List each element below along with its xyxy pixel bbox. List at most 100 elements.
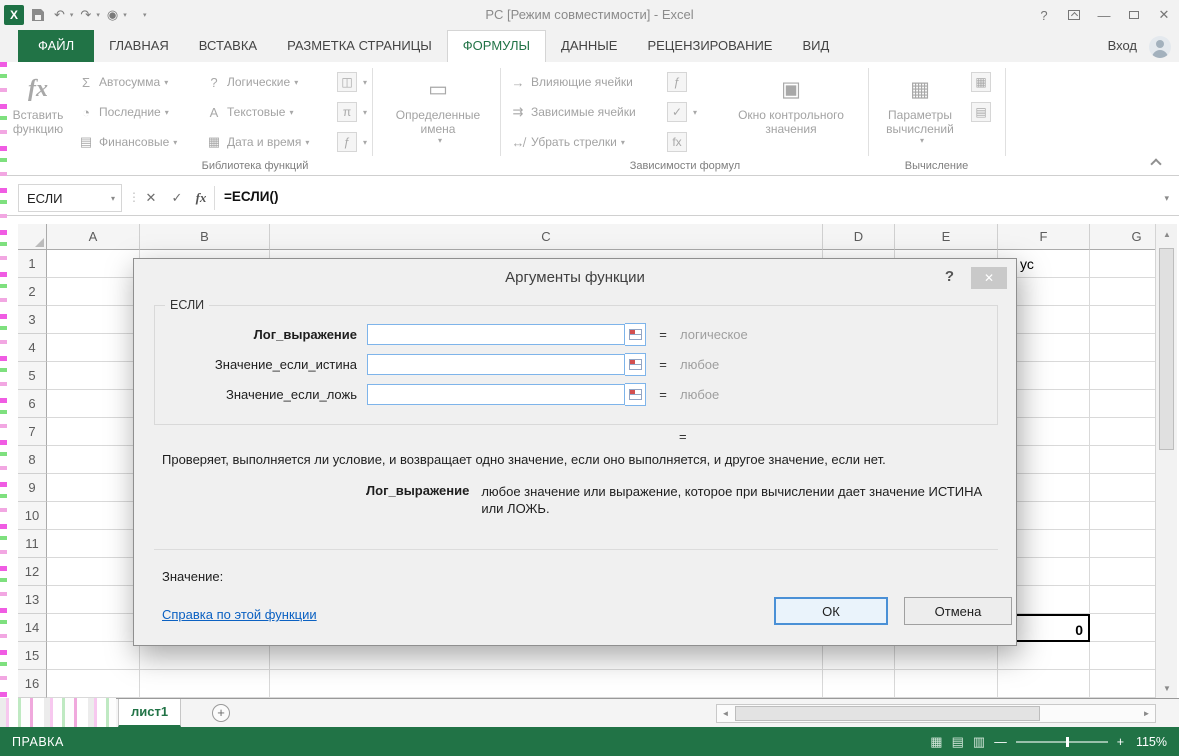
show-formulas-button[interactable]: ƒ [664, 70, 700, 94]
close-button[interactable]: ✕ [1149, 0, 1179, 30]
remove-arrows-button[interactable]: ↮Убрать стрелки▾ [506, 130, 639, 154]
column-header-B[interactable]: B [140, 224, 270, 250]
cell-B16[interactable] [140, 670, 270, 698]
row-header-11[interactable]: 11 [18, 530, 47, 558]
row-header-6[interactable]: 6 [18, 390, 47, 418]
cell-G2[interactable] [1090, 278, 1155, 306]
zoom-slider[interactable] [1016, 741, 1108, 743]
cell-G1[interactable] [1090, 250, 1155, 278]
scroll-up-arrow[interactable]: ▲ [1156, 224, 1178, 244]
restore-button[interactable] [1119, 0, 1149, 30]
cell-A4[interactable] [47, 334, 140, 362]
cell-D16[interactable] [823, 670, 895, 698]
cell-E15[interactable] [895, 642, 998, 670]
date-time-button[interactable]: ▦Дата и время▾ [202, 130, 312, 154]
cell-G14[interactable] [1090, 614, 1155, 642]
cell-G4[interactable] [1090, 334, 1155, 362]
collapse-dialog-button-1[interactable] [625, 353, 646, 376]
page-break-view-icon[interactable]: ▥ [973, 734, 985, 750]
cell-A9[interactable] [47, 474, 140, 502]
cell-G7[interactable] [1090, 418, 1155, 446]
scroll-right-arrow[interactable]: ► [1138, 705, 1155, 722]
new-sheet-button[interactable]: + [212, 704, 230, 722]
cell-F16[interactable] [998, 670, 1090, 698]
row-header-8[interactable]: 8 [18, 446, 47, 474]
ribbon-tab-review[interactable]: РЕЦЕНЗИРОВАНИЕ [632, 30, 787, 62]
defined-names-button[interactable]: ▭ Определенные имена ▾ [378, 66, 498, 156]
logical-button[interactable]: ?Логические▾ [202, 70, 312, 94]
function-help-link[interactable]: Справка по этой функции [162, 607, 317, 622]
name-box-input[interactable] [19, 190, 89, 207]
trace-precedents-button[interactable]: →Влияющие ячейки [506, 70, 639, 94]
select-all-corner[interactable] [18, 224, 47, 250]
cell-A7[interactable] [47, 418, 140, 446]
cell-G6[interactable] [1090, 390, 1155, 418]
argument-input-1[interactable] [367, 354, 625, 375]
expand-formula-bar-button[interactable]: ▾ [1164, 193, 1169, 204]
cell-G5[interactable] [1090, 362, 1155, 390]
watch-window-button[interactable]: ▣ Окно контрольного значения [716, 66, 866, 156]
ribbon-tab-home[interactable]: ГЛАВНАЯ [94, 30, 184, 62]
math-trig-button[interactable]: π▾ [334, 100, 370, 124]
row-header-15[interactable]: 15 [18, 642, 47, 670]
financial-button[interactable]: ▤Финансовые▾ [74, 130, 180, 154]
error-checking-button[interactable]: ✓▾ [664, 100, 700, 124]
column-header-F[interactable]: F [998, 224, 1090, 250]
cell-G13[interactable] [1090, 586, 1155, 614]
column-header-C[interactable]: C [270, 224, 823, 250]
normal-view-icon[interactable]: ▦ [930, 734, 942, 750]
undo-button[interactable]: ↶▾ [52, 4, 75, 26]
calculation-options-button[interactable]: ▦ Параметры вычислений ▾ [872, 66, 968, 156]
collapse-ribbon-button[interactable] [1147, 155, 1165, 169]
cell-C15[interactable] [270, 642, 823, 670]
page-layout-view-icon[interactable]: ▤ [952, 734, 964, 750]
cell-A10[interactable] [47, 502, 140, 530]
ribbon-display-options-button[interactable] [1059, 0, 1089, 30]
cell-A2[interactable] [47, 278, 140, 306]
touch-mode-button[interactable]: ◉▾ [105, 4, 129, 26]
zoom-out-button[interactable]: — [994, 735, 1007, 749]
cell-G12[interactable] [1090, 558, 1155, 586]
scroll-left-arrow[interactable]: ◄ [717, 705, 734, 722]
cell-A16[interactable] [47, 670, 140, 698]
cancel-entry-button[interactable]: ✕ [138, 184, 164, 212]
trace-dependents-button[interactable]: ⇉Зависимые ячейки [506, 100, 639, 124]
calculate-now-button[interactable]: ▦ [968, 70, 996, 94]
cell-G16[interactable] [1090, 670, 1155, 698]
zoom-in-button[interactable]: + [1117, 735, 1124, 749]
cell-A5[interactable] [47, 362, 140, 390]
row-header-12[interactable]: 12 [18, 558, 47, 586]
row-header-7[interactable]: 7 [18, 418, 47, 446]
row-header-5[interactable]: 5 [18, 362, 47, 390]
argument-input-2[interactable] [367, 384, 625, 405]
zoom-slider-thumb[interactable] [1066, 737, 1069, 747]
row-header-13[interactable]: 13 [18, 586, 47, 614]
cell-G15[interactable] [1090, 642, 1155, 670]
text-functions-button[interactable]: AТекстовые▾ [202, 100, 312, 124]
cell-D15[interactable] [823, 642, 895, 670]
row-header-9[interactable]: 9 [18, 474, 47, 502]
cell-A15[interactable] [47, 642, 140, 670]
cell-G3[interactable] [1090, 306, 1155, 334]
cell-A12[interactable] [47, 558, 140, 586]
row-header-4[interactable]: 4 [18, 334, 47, 362]
cell-G10[interactable] [1090, 502, 1155, 530]
cell-G11[interactable] [1090, 530, 1155, 558]
scroll-down-arrow[interactable]: ▼ [1156, 678, 1178, 698]
cell-A1[interactable] [47, 250, 140, 278]
ribbon-tab-file[interactable]: ФАЙЛ [18, 30, 94, 62]
row-header-14[interactable]: 14 [18, 614, 47, 642]
cell-G9[interactable] [1090, 474, 1155, 502]
name-box[interactable]: ▾ [18, 184, 122, 212]
column-header-E[interactable]: E [895, 224, 998, 250]
help-button[interactable]: ? [1029, 0, 1059, 30]
row-header-10[interactable]: 10 [18, 502, 47, 530]
cell-A6[interactable] [47, 390, 140, 418]
column-header-A[interactable]: A [47, 224, 140, 250]
more-functions-button[interactable]: ƒ▾ [334, 130, 370, 154]
enter-entry-button[interactable]: ✓ [164, 184, 190, 212]
row-header-16[interactable]: 16 [18, 670, 47, 698]
cell-B15[interactable] [140, 642, 270, 670]
ribbon-tab-view[interactable]: ВИД [787, 30, 844, 62]
sheet-tab-list1[interactable]: лист1 [118, 699, 181, 727]
